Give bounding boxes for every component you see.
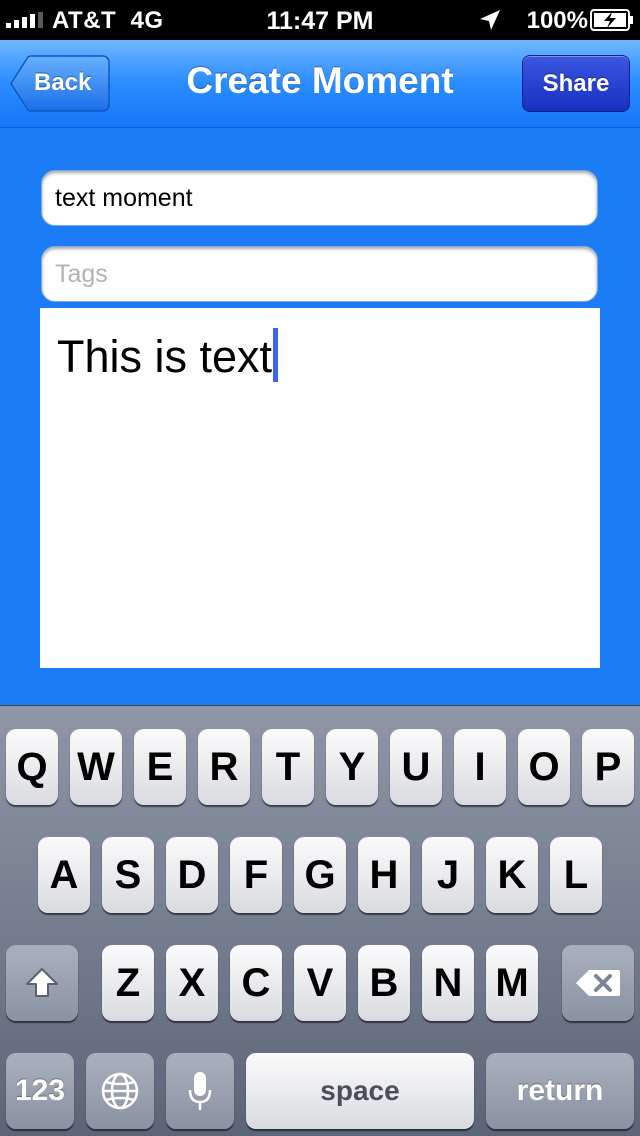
backspace-icon (576, 970, 620, 996)
numbers-key[interactable]: 123 (6, 1053, 74, 1129)
key-k[interactable]: K (486, 837, 538, 913)
share-button[interactable]: Share (522, 55, 630, 112)
key-p[interactable]: P (582, 729, 634, 805)
key-z[interactable]: Z (102, 945, 154, 1021)
key-o[interactable]: O (518, 729, 570, 805)
text-cursor (273, 328, 279, 382)
backspace-key[interactable] (562, 945, 634, 1021)
back-button[interactable]: Back (10, 55, 110, 112)
space-key[interactable]: space (246, 1053, 474, 1129)
battery-charging-icon (590, 9, 633, 31)
key-l[interactable]: L (550, 837, 602, 913)
battery-percent: 100% (526, 7, 588, 34)
shift-key[interactable] (6, 945, 78, 1021)
key-y[interactable]: Y (326, 729, 378, 805)
keyboard: Q W E R T Y U I O P A S D F G H J K L Z … (0, 705, 640, 1136)
key-b[interactable]: B (358, 945, 410, 1021)
key-r[interactable]: R (198, 729, 250, 805)
globe-icon (101, 1072, 139, 1110)
key-i[interactable]: I (454, 729, 506, 805)
globe-key[interactable] (86, 1053, 154, 1129)
key-u[interactable]: U (390, 729, 442, 805)
key-t[interactable]: T (262, 729, 314, 805)
key-j[interactable]: J (422, 837, 474, 913)
return-key[interactable]: return (486, 1053, 634, 1129)
key-q[interactable]: Q (6, 729, 58, 805)
key-d[interactable]: D (166, 837, 218, 913)
key-g[interactable]: G (294, 837, 346, 913)
key-h[interactable]: H (358, 837, 410, 913)
key-v[interactable]: V (294, 945, 346, 1021)
moment-body-text: This is text (57, 331, 273, 382)
key-m[interactable]: M (486, 945, 538, 1021)
key-w[interactable]: W (70, 729, 122, 805)
key-e[interactable]: E (134, 729, 186, 805)
key-f[interactable]: F (230, 837, 282, 913)
key-x[interactable]: X (166, 945, 218, 1021)
shift-icon (26, 968, 58, 997)
back-button-label: Back (34, 69, 92, 96)
key-s[interactable]: S (102, 837, 154, 913)
microphone-icon (188, 1072, 212, 1110)
key-a[interactable]: A (38, 837, 90, 913)
status-bar: AT&T 4G 11:47 PM 100% (0, 0, 640, 40)
navigation-bar: Back Create Moment Share (0, 40, 640, 128)
key-n[interactable]: N (422, 945, 474, 1021)
moment-title-field[interactable]: text moment (41, 170, 598, 226)
tags-field[interactable]: Tags (41, 246, 598, 302)
dictation-key[interactable] (166, 1053, 234, 1129)
key-c[interactable]: C (230, 945, 282, 1021)
location-arrow-icon (480, 10, 500, 30)
moment-text-area[interactable]: This is text (40, 308, 600, 668)
page-title: Create Moment (186, 60, 454, 101)
create-moment-form: text moment Tags This is text (0, 128, 640, 705)
